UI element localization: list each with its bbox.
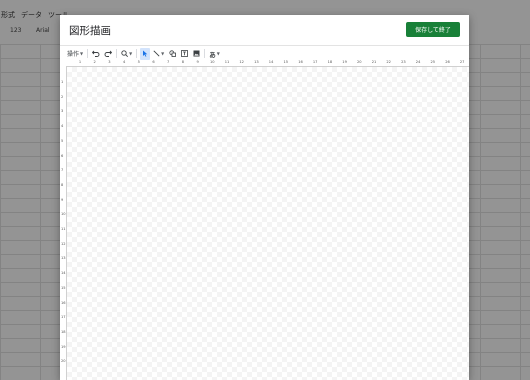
toolbar-divider [116,49,118,58]
select-tool-button[interactable] [140,47,151,60]
chevron-down-icon: ▼ [80,51,84,56]
ruler-tick-label: 24 [415,60,421,64]
ruler-tick-label: 18 [61,329,66,334]
ruler-tick-label: 20 [61,359,66,364]
ruler-tick-label: 15 [61,285,66,290]
chevron-down-icon: ▼ [216,51,220,56]
line-icon [153,50,160,57]
horizontal-ruler: 1 2 3 4 5 6 7 8 9 10 11 12 13 14 15 16 17 18 19 20 21 22 23 24 2… [66,60,469,67]
drawing-dialog: 図形描画 保存して終了 操作 ▼ ▼ ▼ あ ▼ 1 2 3 4 5 6 7 8… [60,15,469,380]
ruler-tick-label: 22 [386,60,391,64]
ruler-tick-label: 3 [108,60,111,64]
shape-tool-button[interactable] [167,48,177,60]
ruler-tick-label: 9 [61,197,64,202]
ruler-tick-label: 9 [196,60,199,64]
ruler-tick-label: 14 [268,60,274,64]
wordart-label: あ [209,50,216,59]
toolbar-divider [136,49,138,58]
save-and-close-button[interactable]: 保存して終了 [406,22,460,37]
textbox-tool-button[interactable] [179,48,189,60]
line-tool-button[interactable]: ▼ [152,48,165,60]
ruler-tick-label: 13 [61,256,66,261]
image-tool-button[interactable] [191,48,201,60]
zoom-icon [121,50,129,57]
ruler-tick-label: 10 [61,212,66,217]
ruler-tick-label: 2 [93,60,96,64]
ruler-tick-label: 17 [312,60,318,64]
ruler-tick-label: 8 [181,60,185,64]
ruler-tick-label: 4 [122,60,126,64]
ruler-tick-label: 12 [239,60,244,64]
ruler-tick-label: 26 [445,60,450,64]
ruler-tick-label: 21 [371,60,377,64]
ruler-tick-label: 5 [137,60,140,64]
ruler-tick-label: 17 [61,315,66,320]
chevron-down-icon: ▼ [161,51,165,56]
ruler-tick-label: 11 [61,227,66,231]
undo-icon [92,50,100,57]
ruler-tick-label: 11 [224,60,230,64]
ruler-tick-label: 8 [61,182,64,187]
wordart-button[interactable]: あ ▼ [208,48,221,60]
ruler-tick-label: 13 [254,60,259,64]
ruler-tick-label: 16 [61,300,66,305]
ruler-tick-label: 6 [152,60,155,64]
drawing-canvas[interactable] [67,67,469,380]
zoom-button[interactable]: ▼ [120,48,133,60]
chevron-down-icon: ▼ [129,51,133,56]
header-divider [60,45,469,46]
ruler-tick-label: 27 [459,60,465,64]
actions-label: 操作 [67,51,80,58]
ruler-tick-label: 19 [342,60,347,64]
ruler-tick-label: 3 [61,109,64,114]
toolbar-divider [87,49,89,58]
ruler-tick-label: 7 [167,60,170,64]
shape-icon [169,50,176,57]
ruler-tick-label: 10 [210,60,215,64]
actions-menu[interactable]: 操作 ▼ [66,48,84,60]
ruler-tick-label: 19 [61,344,66,349]
ruler-tick-label: 5 [61,138,64,143]
image-icon [193,50,200,57]
ruler-tick-label: 4 [61,124,64,129]
redo-button[interactable] [103,48,113,60]
redo-icon [104,50,113,57]
ruler-tick-label: 25 [430,60,436,64]
cursor-icon [143,50,148,57]
ruler-tick-label: 14 [61,271,66,276]
ruler-tick-label: 1 [78,60,82,64]
dialog-title: 図形描画 [69,25,111,37]
textbox-icon [180,50,188,57]
undo-button[interactable] [91,48,101,60]
ruler-tick-label: 15 [283,60,289,64]
ruler-tick-label: 18 [327,60,333,64]
ruler-tick-label: 2 [61,94,64,99]
drawing-toolbar: 操作 ▼ ▼ ▼ あ ▼ [66,47,221,60]
ruler-tick-label: 16 [298,60,303,64]
ruler-tick-label: 12 [61,241,66,246]
toolbar-divider [204,49,206,58]
ruler-tick-label: 1 [61,80,64,84]
ruler-tick-label: 6 [61,153,64,158]
ruler-tick-label: 20 [357,60,362,64]
vertical-ruler: 1 2 3 4 5 6 7 8 9 10 11 12 13 14 15 16 17 18 19 20 [60,66,67,380]
ruler-tick-label: 7 [61,168,64,173]
ruler-tick-label: 23 [401,60,406,64]
